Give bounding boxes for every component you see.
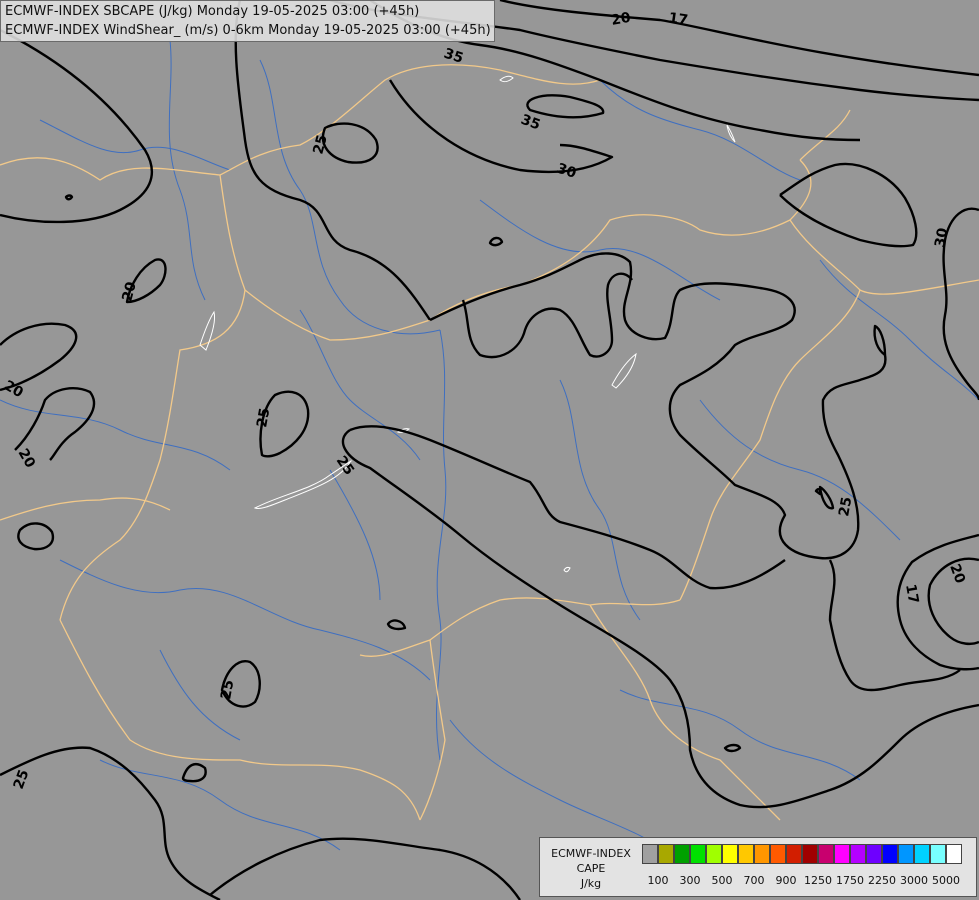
contour-label: 20: [610, 10, 632, 29]
legend-swatch: [850, 844, 866, 864]
legend-swatch: [802, 844, 818, 864]
weather-map: 17 20 35 35 30 25 20 20 20 25 25 25 25 3…: [0, 0, 979, 900]
legend-tick-label: 3000: [900, 874, 928, 887]
legend-tick-label: 1750: [836, 874, 864, 887]
legend-tick-label: 5000: [932, 874, 960, 887]
contour-label: 25: [254, 407, 273, 429]
legend-swatch: [818, 844, 834, 864]
legend-swatch: [722, 844, 738, 864]
contour-label: 25: [218, 679, 237, 701]
legend-swatch: [642, 844, 658, 864]
contour-label: 30: [932, 226, 951, 248]
legend-swatch: [706, 844, 722, 864]
title-line-windshear: ECMWF-INDEX WindShear_ (m/s) 0-6km Monda…: [5, 23, 491, 38]
map-title-box: ECMWF-INDEX SBCAPE (J/kg) Monday 19-05-2…: [0, 0, 495, 42]
legend-swatch: [866, 844, 882, 864]
legend-swatch: [690, 844, 706, 864]
legend-tick-label: 2250: [868, 874, 896, 887]
legend-swatch: [834, 844, 850, 864]
legend-tick-label: 500: [711, 874, 733, 887]
contour-label: 17: [902, 583, 921, 605]
legend-swatch: [914, 844, 930, 864]
legend-swatch: [898, 844, 914, 864]
legend-tick-label: 100: [647, 874, 669, 887]
legend-swatch: [754, 844, 770, 864]
legend-swatch: [770, 844, 786, 864]
legend-tick-label: 700: [743, 874, 765, 887]
legend-title-source: ECMWF-INDEX: [551, 847, 631, 860]
cape-legend: ECMWF-INDEX CAPE J/kg 100 300 500 700 900 125…: [539, 837, 977, 897]
legend-swatch: [658, 844, 674, 864]
legend-swatch: [786, 844, 802, 864]
legend-swatch: [674, 844, 690, 864]
legend-tick-labels: 100 300 500 700 900 1250 1750 2250 3000 5000: [642, 874, 972, 888]
legend-swatch: [930, 844, 946, 864]
legend-swatch: [738, 844, 754, 864]
legend-swatch: [882, 844, 898, 864]
title-line-cape: ECMWF-INDEX SBCAPE (J/kg) Monday 19-05-2…: [5, 4, 420, 19]
legend-title-unit: J/kg: [580, 877, 602, 890]
legend-tick-label: 1250: [804, 874, 832, 887]
legend-tick-label: 900: [775, 874, 797, 887]
legend-swatch: [946, 844, 962, 864]
legend-tick-label: 300: [679, 874, 701, 887]
legend-title: ECMWF-INDEX CAPE J/kg: [544, 846, 638, 891]
contour-label: 25: [836, 496, 855, 518]
legend-title-variable: CAPE: [576, 862, 606, 875]
contour-label: 17: [667, 10, 689, 29]
legend-color-scale: [642, 844, 962, 866]
